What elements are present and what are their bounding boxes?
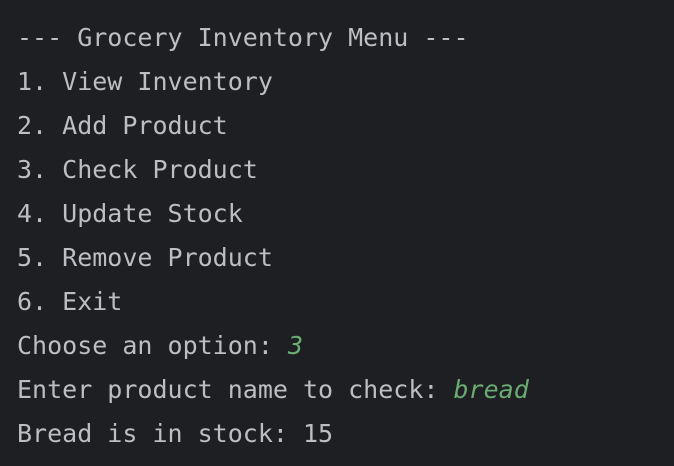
menu-item-exit: 6. Exit (17, 287, 123, 316)
product-prompt-line: Enter product name to check: bread (17, 371, 674, 415)
menu-item-view-inventory: 1. View Inventory (17, 67, 273, 96)
product-input: bread (453, 375, 529, 404)
stock-result: Bread is in stock: 15 (17, 419, 334, 448)
menu-item-check-product: 3. Check Product (17, 155, 258, 184)
menu-item-remove-product: 5. Remove Product (17, 243, 273, 272)
option-prompt-line: Choose an option: 3 (17, 327, 674, 371)
option-prompt: Choose an option: (17, 331, 288, 360)
product-prompt: Enter product name to check: (17, 375, 454, 404)
menu-item-update-stock: 4. Update Stock (17, 199, 243, 228)
console-output: --- Grocery Inventory Menu --- 1. View I… (0, 0, 674, 466)
menu-header: --- Grocery Inventory Menu --- (17, 23, 469, 52)
option-input: 3 (287, 331, 303, 360)
menu-item-add-product: 2. Add Product (17, 111, 228, 140)
